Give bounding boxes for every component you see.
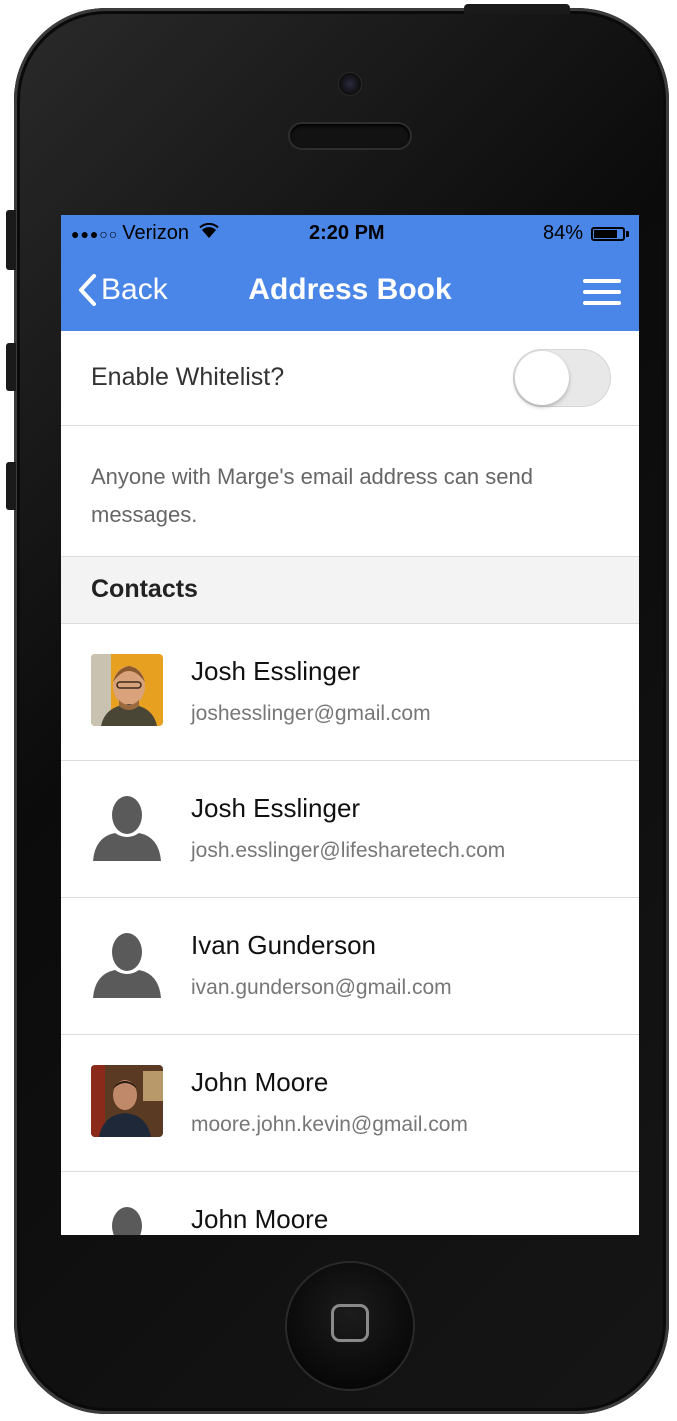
home-button-icon	[331, 1304, 369, 1342]
power-button	[464, 4, 570, 14]
contacts-list: Josh Esslinger joshesslinger@gmail.com J…	[61, 624, 639, 1235]
front-camera	[338, 72, 362, 96]
navigation-bar: Back Address Book	[61, 251, 639, 331]
contact-row[interactable]: Josh Esslinger joshesslinger@gmail.com	[61, 624, 639, 761]
contact-name: Josh Esslinger	[191, 656, 361, 686]
toggle-knob	[515, 351, 569, 405]
contact-email: joshesslinger@gmail.com	[191, 702, 431, 725]
mute-switch	[6, 210, 16, 270]
avatar-photo	[91, 654, 163, 726]
contact-email: moore.john.kevin@gmail.com	[191, 1113, 468, 1136]
contact-email: ivan.gunderson@gmail.com	[191, 976, 452, 999]
section-title: Contacts	[91, 575, 198, 603]
status-bar: ●●●○○ Verizon 2:20 PM 84%	[61, 215, 639, 251]
contacts-section-header: Contacts	[61, 557, 639, 624]
wifi-icon	[199, 222, 219, 244]
contact-row[interactable]: Josh Esslinger josh.esslinger@lifesharet…	[61, 761, 639, 898]
contact-name: John Moore	[191, 1067, 329, 1097]
contact-email: josh.esslinger@lifesharetech.com	[191, 839, 506, 862]
whitelist-toggle[interactable]	[513, 349, 611, 407]
screen: ●●●○○ Verizon 2:20 PM 84% Back Address B…	[61, 215, 639, 1235]
person-placeholder-icon	[91, 928, 163, 1000]
contact-name: Ivan Gunderson	[191, 930, 377, 960]
contact-name: Josh Esslinger	[191, 793, 361, 823]
carrier-name: Verizon	[122, 222, 189, 244]
volume-down-button	[6, 462, 16, 510]
volume-up-button	[6, 343, 16, 391]
whitelist-info: Anyone with Marge's email address can se…	[61, 426, 639, 557]
person-placeholder-icon	[91, 791, 163, 863]
battery-percent: 84%	[542, 222, 583, 244]
page-title: Address Book	[248, 273, 452, 306]
battery-icon	[591, 226, 625, 241]
clock: 2:20 PM	[309, 222, 385, 244]
whitelist-label: Enable Whitelist?	[91, 363, 285, 391]
hamburger-menu-icon[interactable]	[583, 279, 621, 305]
signal-strength-icon: ●●●○○	[71, 225, 119, 242]
contact-name: John Moore	[191, 1204, 329, 1234]
info-text: Anyone with Marge's email address can se…	[91, 464, 533, 527]
avatar-photo	[91, 1065, 163, 1137]
contact-row[interactable]: Ivan Gunderson ivan.gunderson@gmail.com	[61, 898, 639, 1035]
contact-row[interactable]: John Moore moore.john.kevin@gmail.com	[61, 1035, 639, 1172]
earpiece-speaker	[290, 124, 410, 148]
person-placeholder-icon	[91, 1202, 163, 1235]
contact-row[interactable]: John Moore	[61, 1172, 639, 1235]
whitelist-row: Enable Whitelist?	[61, 331, 639, 426]
